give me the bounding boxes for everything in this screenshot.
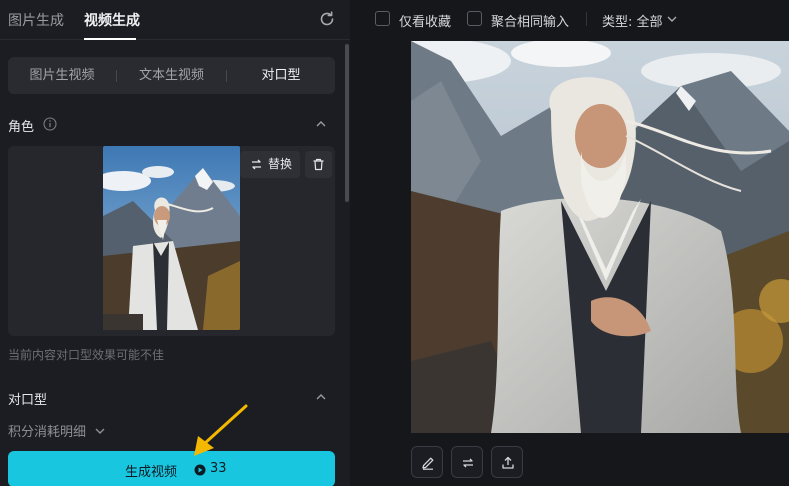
generate-button-cost: 33 <box>210 461 227 476</box>
replace-role-button[interactable]: 替换 <box>240 151 300 178</box>
edit-button[interactable] <box>411 446 443 478</box>
tab-image-generation[interactable]: 图片生成 <box>8 10 64 30</box>
delete-role-button[interactable] <box>305 151 332 178</box>
mode-text-to-video[interactable]: 文本生视频 <box>117 57 226 94</box>
role-collapse-chevron-icon[interactable] <box>315 118 327 130</box>
points-detail-toggle[interactable]: 积分消耗明细 <box>8 421 86 440</box>
role-section-title: 角色 <box>8 120 35 135</box>
merge-same-input-label[interactable]: 聚合相同输入 <box>491 11 569 30</box>
export-button[interactable] <box>491 446 523 478</box>
upload-icon <box>502 456 514 469</box>
tab-video-generation[interactable]: 视频生成 <box>84 10 140 30</box>
chevron-down-icon[interactable] <box>666 13 678 25</box>
regenerate-button[interactable] <box>451 446 483 478</box>
lipsync-collapse-chevron-icon[interactable] <box>315 391 327 403</box>
trash-icon <box>313 158 324 171</box>
result-panel: 仅看收藏 聚合相同输入 类型: 全部 <box>358 0 789 486</box>
video-mode-switch: 图片生视频 文本生视频 对口型 <box>8 57 335 94</box>
chevron-down-icon[interactable] <box>94 425 106 437</box>
only-favorites-label[interactable]: 仅看收藏 <box>399 11 451 30</box>
swap-icon <box>252 159 261 170</box>
merge-same-input-checkbox[interactable] <box>467 11 482 26</box>
mode-image-to-video[interactable]: 图片生视频 <box>8 57 116 94</box>
role-thumbnail <box>103 146 240 330</box>
generation-panel: 图片生成 视频生成 图片生视频 文本生视频 对口型 角色 替换 当前内容对口型效… <box>0 0 350 486</box>
points-icon <box>194 464 206 476</box>
filter-bar: 仅看收藏 聚合相同输入 类型: 全部 <box>358 0 789 38</box>
generate-button-label: 生成视频 <box>125 465 178 480</box>
replace-label: 替换 <box>268 157 293 171</box>
type-filter-select[interactable]: 类型: 全部 <box>602 11 663 30</box>
active-tab-indicator <box>84 38 136 40</box>
swap-icon <box>463 458 473 468</box>
mode-lip-sync[interactable]: 对口型 <box>227 57 335 94</box>
pencil-icon <box>422 457 434 470</box>
app-window: 图片生成 视频生成 图片生视频 文本生视频 对口型 角色 替换 当前内容对口型效… <box>0 0 789 486</box>
refresh-icon[interactable] <box>318 10 336 28</box>
filter-divider <box>586 12 587 26</box>
only-favorites-checkbox[interactable] <box>375 11 390 26</box>
top-tabs: 图片生成 视频生成 <box>0 0 350 40</box>
panel-scrollbar[interactable] <box>345 44 349 202</box>
lipsync-section-title: 对口型 <box>8 393 48 408</box>
info-icon[interactable] <box>43 117 57 131</box>
role-card: 替换 <box>8 146 335 336</box>
lip-sync-warning: 当前内容对口型效果可能不佳 <box>8 348 165 362</box>
result-preview-image[interactable] <box>411 41 789 433</box>
generate-video-button[interactable]: 生成视频 33 <box>8 451 335 486</box>
